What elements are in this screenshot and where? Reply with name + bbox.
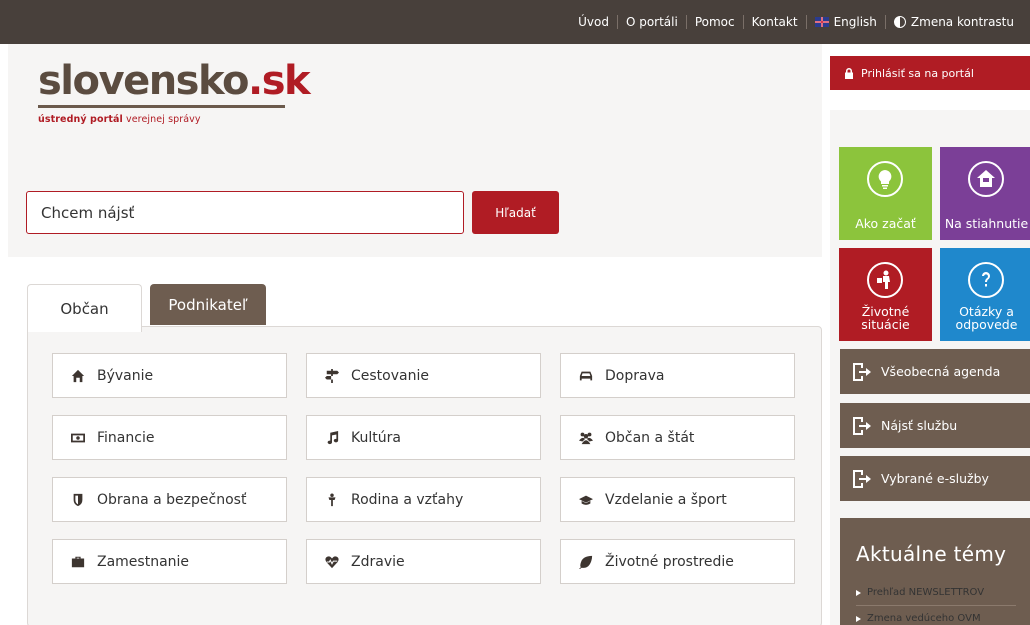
category-zdravie[interactable]: Zdravie xyxy=(306,539,541,584)
login-spacer xyxy=(830,90,1030,110)
tile-label: Životné situácie xyxy=(839,305,932,331)
lightbulb-icon xyxy=(867,161,903,197)
music-icon xyxy=(324,430,340,446)
login-label: Prihlásiť sa na portál xyxy=(861,66,974,80)
logo-underline xyxy=(38,105,285,108)
category-byvanie[interactable]: Bývanie xyxy=(52,353,287,398)
tile-zivotne-situacie[interactable]: Životné situácie xyxy=(839,248,932,341)
sign-in-arrow-icon xyxy=(853,362,871,381)
category-obrana[interactable]: Obrana a bezpečnosť xyxy=(52,477,287,522)
site-logo[interactable]: slovensko.sk ústredný portál verejnej sp… xyxy=(38,58,311,125)
topics-divider xyxy=(856,605,1016,606)
logo-wordmark: slovensko.sk xyxy=(38,58,311,104)
tile-label: Otázky a odpovede xyxy=(940,305,1030,331)
topic-label: Prehľad NEWSLETTROV xyxy=(867,587,985,598)
download-icon xyxy=(968,161,1004,197)
tile-otazky-a-odpovede[interactable]: Otázky a odpovede xyxy=(940,248,1030,341)
agenda-label: Nájsť službu xyxy=(881,418,958,433)
uk-flag-icon xyxy=(814,17,829,27)
category-vzdelanie[interactable]: Vzdelanie a šport xyxy=(560,477,795,522)
category-label: Financie xyxy=(97,429,155,446)
logo-tagline-bold: ústredný portál xyxy=(38,114,123,125)
category-doprava[interactable]: Doprava xyxy=(560,353,795,398)
caret-right-icon xyxy=(856,589,861,596)
category-obcan-a-stat[interactable]: Občan a štát xyxy=(560,415,795,460)
tab-podnikatel[interactable]: Podnikateľ xyxy=(150,284,266,325)
contrast-label: Zmena kontrastu xyxy=(910,15,1014,29)
graduation-cap-icon xyxy=(578,492,594,508)
agenda-vseobecna[interactable]: Všeobecná agenda xyxy=(840,349,1030,394)
category-label: Občan a štát xyxy=(605,429,695,446)
category-label: Vzdelanie a šport xyxy=(605,491,727,508)
tab-obcan[interactable]: Občan xyxy=(27,284,142,332)
category-label: Cestovanie xyxy=(351,367,429,384)
tile-na-stiahnutie[interactable]: Na stiahnutie xyxy=(940,147,1030,240)
language-english-label: English xyxy=(833,15,877,29)
language-english-link[interactable]: English xyxy=(807,15,885,29)
current-topics-title: Aktuálne témy xyxy=(856,542,1007,566)
car-icon xyxy=(578,368,594,384)
nav-link-pomoc[interactable]: Pomoc xyxy=(687,15,743,29)
logo-name: slovensko xyxy=(38,58,250,104)
shield-icon xyxy=(70,492,86,508)
top-navigation: Úvod O portáli Pomoc Kontakt English Zme… xyxy=(570,15,1022,29)
logo-tld: .sk xyxy=(248,58,311,104)
login-button[interactable]: Prihlásiť sa na portál xyxy=(830,56,1030,90)
family-icon xyxy=(324,492,340,508)
question-icon xyxy=(968,262,1004,298)
home-icon xyxy=(70,368,86,384)
group-icon xyxy=(578,430,594,446)
signpost-icon xyxy=(324,368,340,384)
logo-tagline: ústredný portál verejnej správy xyxy=(38,114,309,125)
category-label: Kultúra xyxy=(351,429,401,446)
contrast-icon xyxy=(893,16,906,28)
topic-link-newsletter[interactable]: Prehľad NEWSLETTROV xyxy=(856,587,984,598)
category-label: Rodina a vzťahy xyxy=(351,491,464,508)
category-cestovanie[interactable]: Cestovanie xyxy=(306,353,541,398)
money-icon xyxy=(70,430,86,446)
caret-right-icon xyxy=(856,615,861,622)
tile-label: Ako začať xyxy=(855,216,916,231)
topic-link-zmena-veduceho[interactable]: Zmena vedúceho OVM xyxy=(856,613,981,624)
tile-label: Na stiahnutie xyxy=(944,216,1029,231)
category-label: Obrana a bezpečnosť xyxy=(97,491,247,508)
logo-tagline-rest: verejnej správy xyxy=(122,114,201,125)
sign-in-arrow-icon xyxy=(853,416,871,435)
nav-link-uvod[interactable]: Úvod xyxy=(570,15,617,29)
current-topics-panel: Aktuálne témy xyxy=(840,518,1030,625)
top-bar: Úvod O portáli Pomoc Kontakt English Zme… xyxy=(0,0,1030,44)
category-rodina[interactable]: Rodina a vzťahy xyxy=(306,477,541,522)
lock-icon xyxy=(845,67,853,79)
category-kultura[interactable]: Kultúra xyxy=(306,415,541,460)
category-label: Doprava xyxy=(605,367,665,384)
tile-label-line2: situácie xyxy=(861,317,910,332)
nav-link-kontakt[interactable]: Kontakt xyxy=(744,15,806,29)
category-label: Životné prostredie xyxy=(605,553,734,570)
life-situations-icon xyxy=(867,262,903,298)
search-button[interactable]: Hľadať xyxy=(472,191,559,234)
category-label: Zdravie xyxy=(351,553,405,570)
topic-label: Zmena vedúceho OVM xyxy=(867,613,981,624)
tile-label-line2: odpovede xyxy=(955,317,1018,332)
agenda-label: Vybrané e-služby xyxy=(881,471,989,486)
nav-link-o-portali[interactable]: O portáli xyxy=(618,15,686,29)
agenda-najst-sluzbu[interactable]: Nájsť službu xyxy=(840,403,1030,448)
category-label: Bývanie xyxy=(97,367,154,384)
briefcase-icon xyxy=(70,554,86,570)
category-zamestnanie[interactable]: Zamestnanie xyxy=(52,539,287,584)
agenda-vybrane-esluzby[interactable]: Vybrané e-služby xyxy=(840,456,1030,501)
tile-ako-zacat[interactable]: Ako začať xyxy=(839,147,932,240)
leaf-icon xyxy=(578,554,594,570)
category-label: Zamestnanie xyxy=(97,553,190,570)
agenda-label: Všeobecná agenda xyxy=(881,364,1001,379)
sign-in-arrow-icon xyxy=(853,469,871,488)
contrast-toggle[interactable]: Zmena kontrastu xyxy=(886,15,1022,29)
category-financie[interactable]: Financie xyxy=(52,415,287,460)
heartbeat-icon xyxy=(324,554,340,570)
search-input[interactable] xyxy=(26,191,464,234)
category-zivotne-prostredie[interactable]: Životné prostredie xyxy=(560,539,795,584)
